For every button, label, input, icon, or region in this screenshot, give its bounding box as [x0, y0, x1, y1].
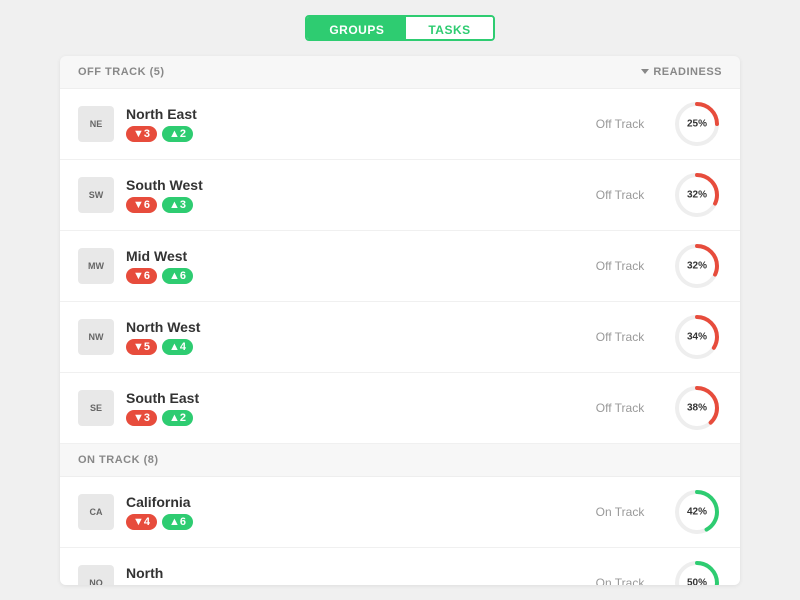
group-row[interactable]: SW South West ▼6 ▲3 Off Track 32%: [60, 160, 740, 231]
track-status: On Track: [580, 505, 660, 519]
badges: ▼4 ▲6: [126, 514, 568, 530]
section-title: OFF TRACK (5): [78, 66, 165, 78]
track-status: Off Track: [580, 401, 660, 415]
badge-red: ▼6: [126, 268, 157, 284]
group-info: North West ▼5 ▲4: [126, 319, 568, 355]
badge-green: ▲2: [162, 126, 193, 142]
badge-green: ▲2: [162, 410, 193, 426]
badge-red: ▼3: [126, 126, 157, 142]
badge-red: ▼5: [126, 339, 157, 355]
badge-red: ▼3: [126, 410, 157, 426]
group-icon: NE: [78, 106, 114, 142]
donut-chart: 38%: [672, 383, 722, 433]
donut-chart: 42%: [672, 487, 722, 537]
donut-chart: 34%: [672, 312, 722, 362]
content-area: OFF TRACK (5) READINESS NE North East ▼3…: [60, 56, 740, 585]
group-name: North West: [126, 319, 568, 335]
track-status: Off Track: [580, 330, 660, 344]
badges: ▼3 ▲2: [126, 410, 568, 426]
badges: ▼6 ▲3: [126, 197, 568, 213]
group-name: North: [126, 565, 568, 581]
badges: ▼3 ▲2: [126, 126, 568, 142]
group-name: South East: [126, 390, 568, 406]
group-name: North East: [126, 106, 568, 122]
badge-green: ▲6: [162, 514, 193, 530]
section-header-on-track: ON TRACK (8): [60, 444, 740, 477]
badge-green: ▲4: [162, 339, 193, 355]
track-status: On Track: [580, 576, 660, 585]
badges: ▼5 ▲4: [126, 339, 568, 355]
donut-label: 38%: [687, 402, 707, 413]
group-row[interactable]: NO North ▼4▲6 On Track 50%: [60, 548, 740, 585]
donut-label: 50%: [687, 577, 707, 585]
badge-green: ▲6: [162, 268, 193, 284]
group-info: South East ▼3 ▲2: [126, 390, 568, 426]
group-icon: MW: [78, 248, 114, 284]
donut-chart: 50%: [672, 558, 722, 585]
donut-chart: 32%: [672, 241, 722, 291]
badges: ▼6 ▲6: [126, 268, 568, 284]
readiness-text: READINESS: [653, 66, 722, 78]
tab-tasks[interactable]: TASKS: [406, 17, 492, 39]
group-icon: NW: [78, 319, 114, 355]
group-name: California: [126, 494, 568, 510]
section-header-off-track: OFF TRACK (5) READINESS: [60, 56, 740, 89]
group-name: South West: [126, 177, 568, 193]
track-status: Off Track: [580, 188, 660, 202]
donut-label: 32%: [687, 260, 707, 271]
page: GROUPS TASKS OFF TRACK (5) READINESS NE …: [0, 0, 800, 600]
group-icon: SW: [78, 177, 114, 213]
donut-label: 42%: [687, 506, 707, 517]
tab-bar: GROUPS TASKS: [305, 15, 494, 41]
group-row[interactable]: NW North West ▼5 ▲4 Off Track 34%: [60, 302, 740, 373]
group-icon: CA: [78, 494, 114, 530]
group-row[interactable]: MW Mid West ▼6 ▲6 Off Track 32%: [60, 231, 740, 302]
group-info: Mid West ▼6 ▲6: [126, 248, 568, 284]
badge-green: ▲3: [162, 197, 193, 213]
group-info: North ▼4▲6: [126, 565, 568, 585]
track-status: Off Track: [580, 117, 660, 131]
track-status: Off Track: [580, 259, 660, 273]
donut-chart: 25%: [672, 99, 722, 149]
donut-label: 25%: [687, 118, 707, 129]
donut-label: 32%: [687, 189, 707, 200]
group-info: South West ▼6 ▲3: [126, 177, 568, 213]
donut-label: 34%: [687, 331, 707, 342]
group-icon: NO: [78, 565, 114, 585]
group-info: North East ▼3 ▲2: [126, 106, 568, 142]
group-row[interactable]: NE North East ▼3 ▲2 Off Track 25%: [60, 89, 740, 160]
group-row[interactable]: CA California ▼4 ▲6 On Track 42%: [60, 477, 740, 548]
group-row[interactable]: SE South East ▼3 ▲2 Off Track 38%: [60, 373, 740, 444]
tab-groups[interactable]: GROUPS: [307, 17, 406, 39]
badge-red: ▼6: [126, 197, 157, 213]
section-title: ON TRACK (8): [78, 454, 159, 466]
group-info: California ▼4 ▲6: [126, 494, 568, 530]
readiness-label: READINESS: [641, 66, 722, 78]
sort-arrow-icon: [641, 69, 649, 74]
group-name: Mid West: [126, 248, 568, 264]
donut-chart: 32%: [672, 170, 722, 220]
group-icon: SE: [78, 390, 114, 426]
badge-red: ▼4: [126, 514, 157, 530]
